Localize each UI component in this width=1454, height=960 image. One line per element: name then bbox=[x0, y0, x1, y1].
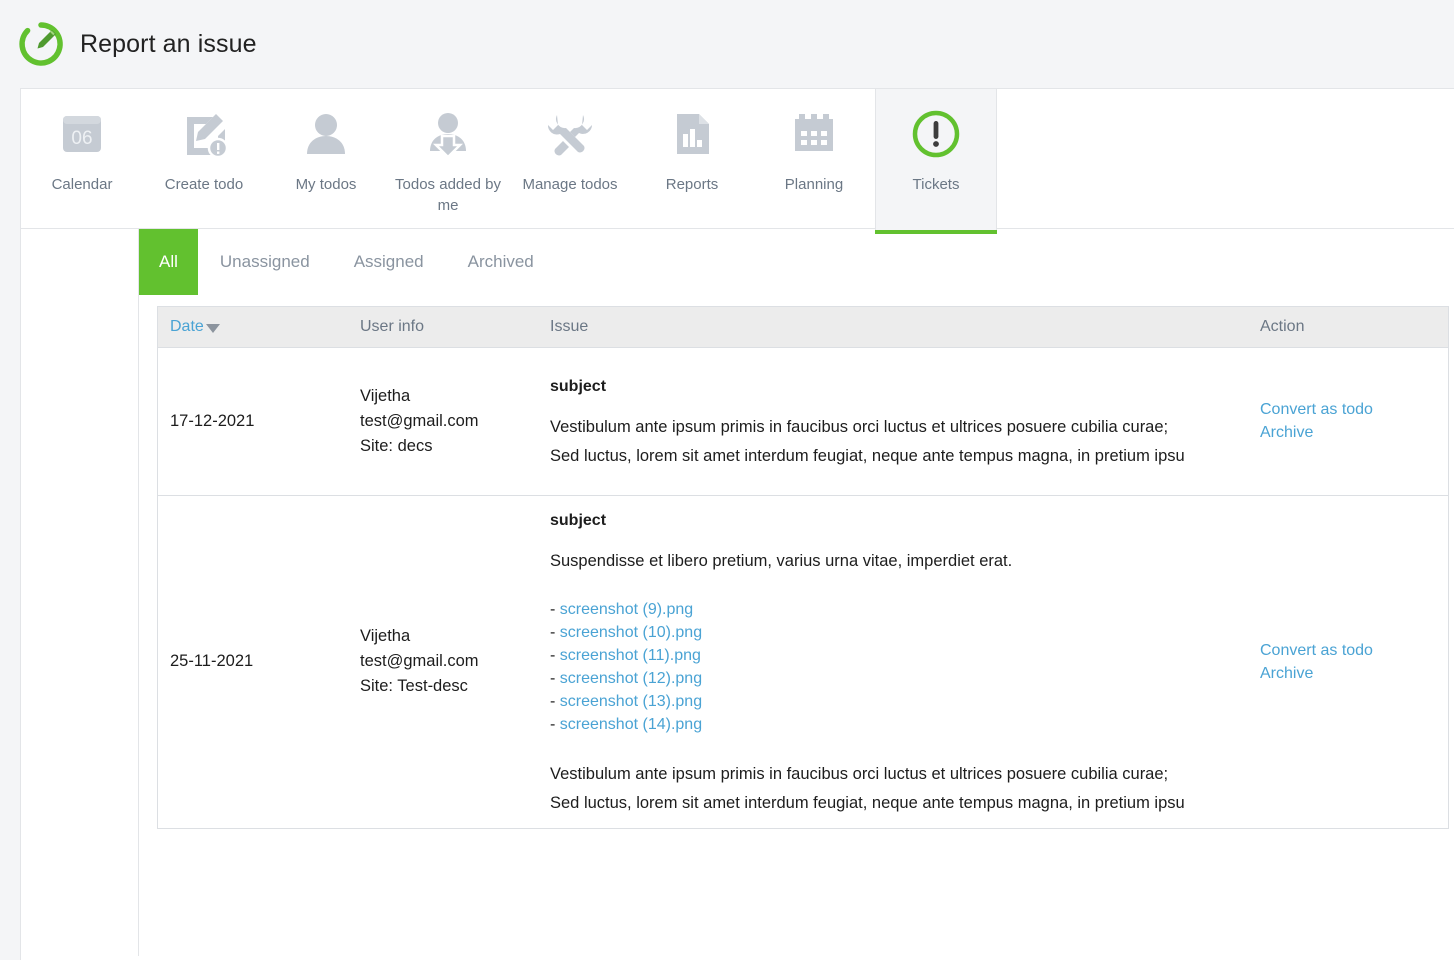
nav-item-planning[interactable]: Planning bbox=[753, 89, 875, 229]
tickets-table: Date User info Issue Action 17-12-2021 bbox=[158, 307, 1448, 829]
table-header-row: Date User info Issue Action bbox=[158, 307, 1448, 347]
column-header-date[interactable]: Date bbox=[158, 307, 348, 347]
cell-action: Convert as todo Archive bbox=[1248, 495, 1448, 828]
issue-footer-line: Vestibulum ante ipsum primis in faucibus… bbox=[550, 760, 1236, 789]
tab-label: All bbox=[159, 252, 178, 272]
tab-label: Unassigned bbox=[220, 252, 310, 272]
nav-item-label: Todos added by me bbox=[393, 174, 503, 216]
panel-left-divider bbox=[138, 229, 139, 956]
nav-item-label: Create todo bbox=[149, 174, 259, 195]
cell-action: Convert as todo Archive bbox=[1248, 347, 1448, 495]
attachment-link[interactable]: screenshot (14).png bbox=[560, 716, 702, 733]
nav-item-create-todo[interactable]: Create todo bbox=[143, 89, 265, 229]
nav-item-label: Tickets bbox=[881, 174, 991, 195]
issue-body-line: Vestibulum ante ipsum primis in faucibus… bbox=[550, 413, 1236, 442]
bullet-dash: - bbox=[550, 624, 560, 641]
cell-issue: subject Suspendisse et libero pretium, v… bbox=[538, 495, 1248, 828]
table-row: 17-12-2021 Vijetha test@gmail.com Site: … bbox=[158, 347, 1448, 495]
icon-nav: 06 Calendar Create todo bbox=[21, 89, 1454, 229]
issue-body-line: Suspendisse et libero pretium, varius ur… bbox=[550, 547, 1236, 576]
pencil-circle-logo-icon bbox=[16, 19, 66, 69]
table-body: 17-12-2021 Vijetha test@gmail.com Site: … bbox=[158, 347, 1448, 828]
tools-icon bbox=[539, 103, 601, 165]
user-icon bbox=[295, 103, 357, 165]
column-label: Date bbox=[170, 318, 204, 336]
nav-item-todos-added-by-me[interactable]: Todos added by me bbox=[387, 89, 509, 229]
user-email: test@gmail.com bbox=[360, 409, 526, 434]
sort-descending-caret-icon bbox=[206, 324, 220, 333]
main-card: 06 Calendar Create todo bbox=[20, 88, 1454, 960]
nav-item-my-todos[interactable]: My todos bbox=[265, 89, 387, 229]
attachment-link[interactable]: screenshot (11).png bbox=[560, 647, 701, 664]
filter-tabs: All Unassigned Assigned Archived bbox=[139, 229, 556, 295]
nav-item-label: My todos bbox=[271, 174, 381, 195]
attachment-list: - screenshot (9).png - screenshot (10).p… bbox=[550, 598, 1236, 736]
nav-item-manage-todos[interactable]: Manage todos bbox=[509, 89, 631, 229]
bullet-dash: - bbox=[550, 601, 560, 618]
report-chart-icon bbox=[661, 103, 723, 165]
user-name: Vijetha bbox=[360, 384, 526, 409]
attachment-link[interactable]: screenshot (12).png bbox=[560, 670, 702, 687]
nav-item-calendar[interactable]: 06 Calendar bbox=[21, 89, 143, 229]
cell-date: 25-11-2021 bbox=[158, 495, 348, 828]
cell-user-info: Vijetha test@gmail.com Site: decs bbox=[348, 347, 538, 495]
nav-item-tickets[interactable]: Tickets bbox=[875, 89, 997, 234]
bullet-dash: - bbox=[550, 716, 560, 733]
list-item: - screenshot (14).png bbox=[550, 713, 1236, 736]
sort-date-link[interactable]: Date bbox=[170, 318, 220, 336]
table-row: 25-11-2021 Vijetha test@gmail.com Site: … bbox=[158, 495, 1448, 828]
issue-body-line: Sed luctus, lorem sit amet interdum feug… bbox=[550, 442, 1236, 471]
list-item: - screenshot (9).png bbox=[550, 598, 1236, 621]
tab-assigned[interactable]: Assigned bbox=[332, 229, 446, 295]
tab-label: Archived bbox=[468, 252, 534, 272]
app-header: Report an issue bbox=[0, 0, 1454, 88]
tab-label: Assigned bbox=[354, 252, 424, 272]
tab-all[interactable]: All bbox=[139, 229, 198, 295]
list-item: - screenshot (10).png bbox=[550, 621, 1236, 644]
tab-archived[interactable]: Archived bbox=[446, 229, 556, 295]
nav-item-label: Calendar bbox=[27, 174, 137, 195]
list-item: - screenshot (13).png bbox=[550, 690, 1236, 713]
nav-item-label: Planning bbox=[759, 174, 869, 195]
table-header: Date User info Issue Action bbox=[158, 307, 1448, 347]
attachment-link[interactable]: screenshot (9).png bbox=[560, 601, 693, 618]
user-email: test@gmail.com bbox=[360, 649, 526, 674]
issue-subject: subject bbox=[550, 372, 1236, 401]
user-site: Site: Test-desc bbox=[360, 674, 526, 699]
nav-item-label: Reports bbox=[637, 174, 747, 195]
column-header-issue: Issue bbox=[538, 307, 1248, 347]
user-name: Vijetha bbox=[360, 624, 526, 649]
convert-as-todo-link[interactable]: Convert as todo bbox=[1260, 398, 1436, 421]
page-title: Report an issue bbox=[80, 30, 257, 59]
bullet-dash: - bbox=[550, 693, 560, 710]
user-download-icon bbox=[417, 103, 479, 165]
exclamation-circle-icon bbox=[905, 103, 967, 165]
bullet-dash: - bbox=[550, 670, 560, 687]
bullet-dash: - bbox=[550, 647, 560, 664]
attachment-link[interactable]: screenshot (10).png bbox=[560, 624, 702, 641]
tickets-panel: All Unassigned Assigned Archived Date bbox=[21, 229, 1454, 956]
tickets-table-container: Date User info Issue Action 17-12-2021 bbox=[157, 306, 1449, 829]
list-item: - screenshot (11).png bbox=[550, 644, 1236, 667]
issue-subject: subject bbox=[550, 506, 1236, 535]
column-header-action: Action bbox=[1248, 307, 1448, 347]
column-header-user-info: User info bbox=[348, 307, 538, 347]
user-site: Site: decs bbox=[360, 434, 526, 459]
attachment-link[interactable]: screenshot (13).png bbox=[560, 693, 702, 710]
svg-text:06: 06 bbox=[71, 128, 92, 149]
calendar-icon: 06 bbox=[51, 103, 113, 165]
issue-footer-line: Sed luctus, lorem sit amet interdum feug… bbox=[550, 789, 1236, 818]
archive-link[interactable]: Archive bbox=[1260, 421, 1436, 444]
create-todo-icon bbox=[173, 103, 235, 165]
tab-unassigned[interactable]: Unassigned bbox=[198, 229, 332, 295]
archive-link[interactable]: Archive bbox=[1260, 662, 1436, 685]
cell-issue: subject Vestibulum ante ipsum primis in … bbox=[538, 347, 1248, 495]
cell-date: 17-12-2021 bbox=[158, 347, 348, 495]
nav-item-label: Manage todos bbox=[515, 174, 625, 195]
nav-item-reports[interactable]: Reports bbox=[631, 89, 753, 229]
cell-user-info: Vijetha test@gmail.com Site: Test-desc bbox=[348, 495, 538, 828]
list-item: - screenshot (12).png bbox=[550, 667, 1236, 690]
convert-as-todo-link[interactable]: Convert as todo bbox=[1260, 639, 1436, 662]
planning-calendar-icon bbox=[783, 103, 845, 165]
